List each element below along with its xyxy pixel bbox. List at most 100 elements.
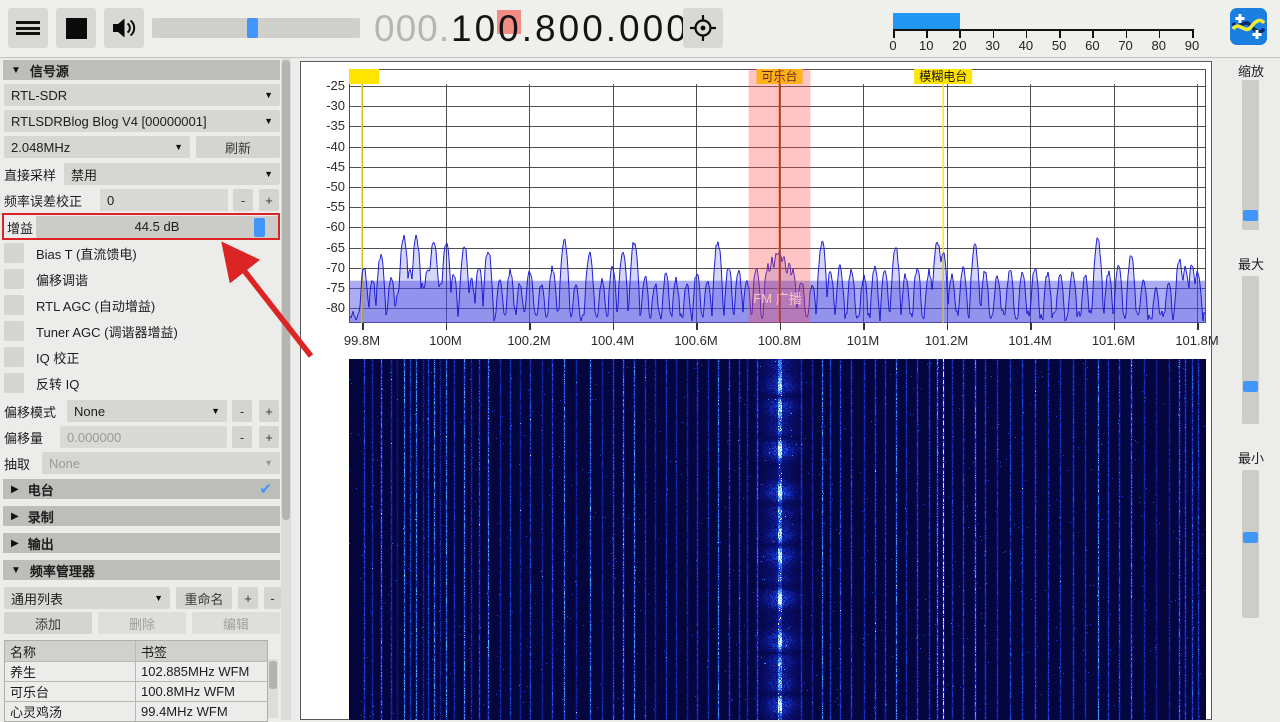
remove-list-button[interactable]: - [264,587,281,609]
snr-tick [1059,29,1061,38]
module-header-1[interactable]: ▶电台✔ [3,479,280,499]
frequency-digit[interactable]: 1 [450,8,474,50]
offset-decrement-button[interactable]: - [232,426,252,448]
checkbox-2[interactable]: 偏移调谐 [4,269,88,289]
ppm-value: 0 [107,193,114,208]
add-list-button[interactable]: + [238,587,258,609]
frequency-display[interactable]: 000.100.800.000 [374,5,689,53]
volume-slider-handle[interactable] [247,18,258,38]
ppm-correction-label: 频率误差校正 [4,189,82,211]
volume-mute-button[interactable] [104,8,144,48]
x-axis-tick [1030,323,1032,330]
table-row[interactable]: 可乐台100.8MHz WFM [5,681,267,701]
min-slider[interactable] [1242,470,1259,618]
x-axis-label: 100.8M [748,333,812,348]
sidebar-scrollbar-thumb[interactable] [282,60,290,520]
offset-mode-combo[interactable]: None ▼ [67,400,227,422]
frequency-digit[interactable]: 0 [558,8,582,50]
checkbox-1[interactable]: Bias T (直流馈电) [4,243,137,263]
source-type-value: RTL-SDR [11,88,67,103]
module-header-3[interactable]: ▶输出 [3,533,280,553]
x-axis-tick [362,323,364,330]
refresh-button[interactable]: 刷新 [196,136,280,158]
offset-mode-decrement-button[interactable]: - [232,400,252,422]
zoom-slider[interactable] [1242,80,1259,230]
snr-tick-label: 20 [944,38,974,53]
rename-list-button[interactable]: 重命名 [176,587,232,609]
module-title: 电台 [28,480,54,499]
bookmark-name[interactable]: 可乐台 [5,682,136,701]
max-slider[interactable] [1242,276,1259,424]
frequency-digit[interactable]: 8 [534,8,558,50]
checkbox-box[interactable] [4,295,24,315]
decimation-combo[interactable]: None ▼ [42,452,280,474]
y-axis-label: -80 [301,300,345,315]
bookmark-name[interactable]: 养生 [5,662,136,681]
checkbox-3[interactable]: RTL AGC (自动增益) [4,295,155,315]
frequency-digit[interactable]: 0 [642,8,666,50]
checkbox-box[interactable] [4,347,24,367]
menu-button[interactable] [8,8,48,48]
stop-button[interactable] [56,8,96,48]
edit-bookmark-button[interactable]: 编辑 [192,612,280,634]
checkbox-label: Bias T (直流馈电) [36,244,137,263]
bookmark-table-scrollbar[interactable] [268,659,278,718]
bookmark-list-combo[interactable]: 通用列表 ▼ [4,587,170,609]
ppm-decrement-button[interactable]: - [233,189,253,211]
offset-mode-increment-button[interactable]: + [259,400,279,422]
device-combo[interactable]: RTLSDRBlog Blog V4 [00000001] ▼ [4,110,280,132]
checkbox-6[interactable]: 反转 IQ [4,373,79,393]
sidebar-scrollbar[interactable] [281,58,291,720]
freq-manager-section-header[interactable]: ▼ 频率管理器 [3,560,280,580]
snr-tick [1026,29,1028,38]
max-slider-handle[interactable] [1243,381,1258,392]
frequency-digit[interactable]: 0 [581,8,605,50]
fft-spectrum-canvas[interactable] [349,69,1206,323]
checkbox-box[interactable] [4,269,24,289]
frequency-digit[interactable]: 0 [618,8,642,50]
waterfall-canvas[interactable] [349,359,1206,720]
offset-label: 偏移量 [4,426,43,448]
bookmark-frequency[interactable]: 100.8MHz WFM [136,684,267,699]
bookmark-frequency[interactable]: 102.885MHz WFM [136,664,267,679]
frequency-digit[interactable]: . [605,8,618,50]
snr-tick-label: 40 [1011,38,1041,53]
table-row[interactable]: 心灵鸡汤99.4MHz WFM [5,701,267,721]
bookmark-table-scrollbar-thumb[interactable] [269,661,277,689]
snr-tick [893,29,895,38]
bookmark-name[interactable]: 心灵鸡汤 [5,702,136,721]
frequency-dim-digits: 000. [374,8,450,50]
frequency-digit-hovered[interactable]: 0 [497,8,521,50]
volume-slider[interactable] [152,18,360,38]
delete-bookmark-button[interactable]: 删除 [98,612,186,634]
offset-value: 0.000000 [67,430,121,445]
speaker-icon [111,16,137,40]
offset-increment-button[interactable]: + [259,426,279,448]
table-row[interactable]: 养生102.885MHz WFM [5,661,267,681]
module-header-2[interactable]: ▶录制 [3,506,280,526]
source-type-combo[interactable]: RTL-SDR ▼ [4,84,280,106]
ppm-input[interactable]: 0 [100,189,228,211]
offset-input[interactable]: 0.000000 [60,426,227,448]
gain-label: 增益 [7,216,33,238]
checkbox-4[interactable]: Tuner AGC (调谐器增益) [4,321,178,341]
snr-tick-label: 50 [1044,38,1074,53]
source-section-header[interactable]: ▼ 信号源 [3,60,280,80]
zoom-slider-handle[interactable] [1243,210,1258,221]
checkbox-box[interactable] [4,373,24,393]
gain-slider[interactable]: 44.5 dB [36,216,278,238]
frequency-digit[interactable]: 0 [474,8,498,50]
gain-slider-handle[interactable] [254,218,265,237]
checkbox-box[interactable] [4,321,24,341]
tuning-mode-button[interactable] [683,8,723,48]
direct-sampling-combo[interactable]: 禁用 ▼ [64,163,280,185]
checkbox-5[interactable]: IQ 校正 [4,347,79,367]
bookmark-frequency[interactable]: 99.4MHz WFM [136,704,267,719]
samplerate-combo[interactable]: 2.048MHz ▼ [4,136,190,158]
ppm-increment-button[interactable]: + [259,189,279,211]
checkbox-box[interactable] [4,243,24,263]
x-axis-label: 100M [414,333,478,348]
add-bookmark-button[interactable]: 添加 [4,612,92,634]
frequency-digit[interactable]: . [521,8,534,50]
min-slider-handle[interactable] [1243,532,1258,543]
